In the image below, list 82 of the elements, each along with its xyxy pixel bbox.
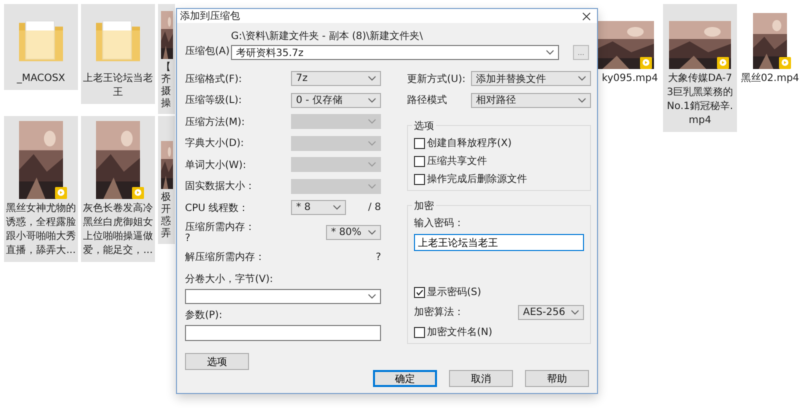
- threads-dropdown[interactable]: * 8: [291, 200, 346, 216]
- file-tile[interactable]: 黑丝女神尤物的诱惑，全程露脸跟小哥啪啪大秀直播，舔弄大...: [4, 116, 78, 262]
- setting-label: 压缩所需内存：: [185, 222, 255, 232]
- dialog-button[interactable]: 取消: [449, 370, 513, 387]
- chevron-down-icon: [368, 294, 376, 299]
- thread-count: / 8: [368, 202, 381, 214]
- option-checkbox[interactable]: 创建自释放程序(X): [414, 136, 584, 150]
- setting-label: 压缩等级(L):: [185, 94, 242, 108]
- memory-value: ?: [376, 252, 381, 263]
- file-tile[interactable]: _MACOSX: [4, 4, 78, 90]
- split-size-dropdown[interactable]: [185, 289, 381, 304]
- file-name: 黑丝女神尤物的诱惑，全程露脸跟小哥啪啪大秀直播，舔弄大...: [6, 202, 76, 258]
- player-badge-icon: [640, 57, 652, 69]
- file-name: 【齐摄操: [161, 62, 171, 110]
- password-label: 输入密码：: [414, 216, 465, 230]
- chevron-down-icon: [578, 98, 586, 103]
- archive-name-field[interactable]: 考研资料35.7z: [231, 45, 559, 60]
- setting-dropdown[interactable]: 7z: [291, 71, 381, 86]
- setting-label: 压缩格式(F):: [185, 72, 242, 86]
- parameters-label: 参数(P):: [185, 308, 224, 322]
- encryption-method-dropdown[interactable]: AES-256: [518, 304, 584, 320]
- chevron-down-icon: [368, 119, 376, 124]
- file-name: 灰色长卷发高冷黑丝白虎御姐女上位啪啪操逼做爱，能足交，...: [83, 202, 153, 258]
- setting-label: CPU 线程数：: [185, 202, 249, 215]
- dialog-button[interactable]: 确定: [373, 370, 437, 387]
- file-tile[interactable]: 上老王论坛当老王: [81, 4, 155, 104]
- chevron-down-icon: [368, 184, 376, 189]
- check-icon: [415, 288, 424, 296]
- option-checkbox[interactable]: 压缩共享文件: [414, 154, 584, 168]
- group-title: 选项: [412, 119, 436, 133]
- file-name: _MACOSX: [16, 72, 66, 86]
- close-icon[interactable]: [582, 12, 591, 20]
- file-name: 极开惑弄: [161, 192, 171, 240]
- file-tile[interactable]: 灰色长卷发高冷黑丝白虎御姐女上位啪啪操逼做爱，能足交，...: [81, 116, 155, 262]
- chevron-down-icon: [368, 140, 376, 146]
- option-checkbox[interactable]: 操作完成后删除源文件: [414, 172, 584, 186]
- folder-icon: [17, 19, 65, 63]
- parameters-field[interactable]: [185, 325, 381, 341]
- chevron-down-icon: [571, 310, 579, 314]
- player-badge-icon: [132, 187, 144, 199]
- player-badge-icon: [55, 187, 67, 199]
- chevron-down-icon: [578, 76, 586, 82]
- file-tile[interactable]: 极开惑弄: [158, 116, 175, 244]
- setting-dropdown[interactable]: 0 - 仅存储: [291, 92, 381, 108]
- chevron-down-icon: [546, 50, 554, 55]
- file-name: ky095.mp4: [600, 72, 658, 86]
- file-name: 大象传媒DA-73巨乳黑業務的No.1銷冠秘辛.mp4: [666, 72, 734, 128]
- file-tile[interactable]: 【齐摄操: [158, 4, 175, 114]
- memory-dropdown[interactable]: * 80%: [326, 225, 381, 240]
- file-tile[interactable]: 黑丝02.mp4: [740, 4, 800, 90]
- browse-button[interactable]: ...: [573, 45, 589, 60]
- chevron-down-icon: [333, 205, 342, 210]
- dialog-button[interactable]: 帮助: [525, 370, 589, 387]
- path-mode-dropdown[interactable]: 相对路径: [471, 92, 591, 108]
- group-title: 加密: [412, 199, 436, 213]
- chevron-down-icon: [368, 230, 376, 235]
- chevron-down-icon: [368, 76, 376, 82]
- password-field[interactable]: 上老王论坛当老王: [414, 234, 584, 251]
- encrypt-names-checkbox[interactable]: 加密文件名(N): [414, 325, 584, 339]
- player-badge-icon: [779, 57, 791, 69]
- update-mode-label: 更新方式(U):: [407, 72, 466, 86]
- options-button[interactable]: 选项: [185, 353, 249, 370]
- setting-label: 固实数据大小：: [185, 180, 255, 194]
- show-password-checkbox[interactable]: 显示密码(S): [414, 285, 584, 299]
- chevron-down-icon: [368, 98, 376, 103]
- file-name: 上老王论坛当老王: [83, 72, 153, 100]
- setting-label: 压缩方法(M):: [185, 116, 245, 129]
- encryption-method-label: 加密算法：: [414, 306, 464, 319]
- memory-value: ?: [185, 232, 192, 244]
- setting-label: 解压缩所需内存：: [185, 250, 265, 264]
- setting-label: 字典大小(D):: [185, 136, 244, 150]
- window-title: 添加到压缩包: [180, 10, 240, 23]
- setting-label: 单词大小(W):: [185, 158, 246, 172]
- path-mode-label: 路径模式: [407, 94, 447, 108]
- update-mode-dropdown[interactable]: 添加并替换文件: [471, 71, 591, 86]
- folder-icon: [94, 19, 142, 63]
- file-name: 黑丝02.mp4: [740, 72, 800, 86]
- chevron-down-icon: [368, 162, 376, 168]
- player-badge-icon: [717, 57, 729, 69]
- split-label: 分卷大小，字节(V):: [185, 272, 274, 286]
- file-tile[interactable]: 大象传媒DA-73巨乳黑業務的No.1銷冠秘辛.mp4: [663, 4, 737, 132]
- archive-path: G:\资料\新建文件夹 - 副本 (8)\新建文件夹\: [231, 30, 424, 43]
